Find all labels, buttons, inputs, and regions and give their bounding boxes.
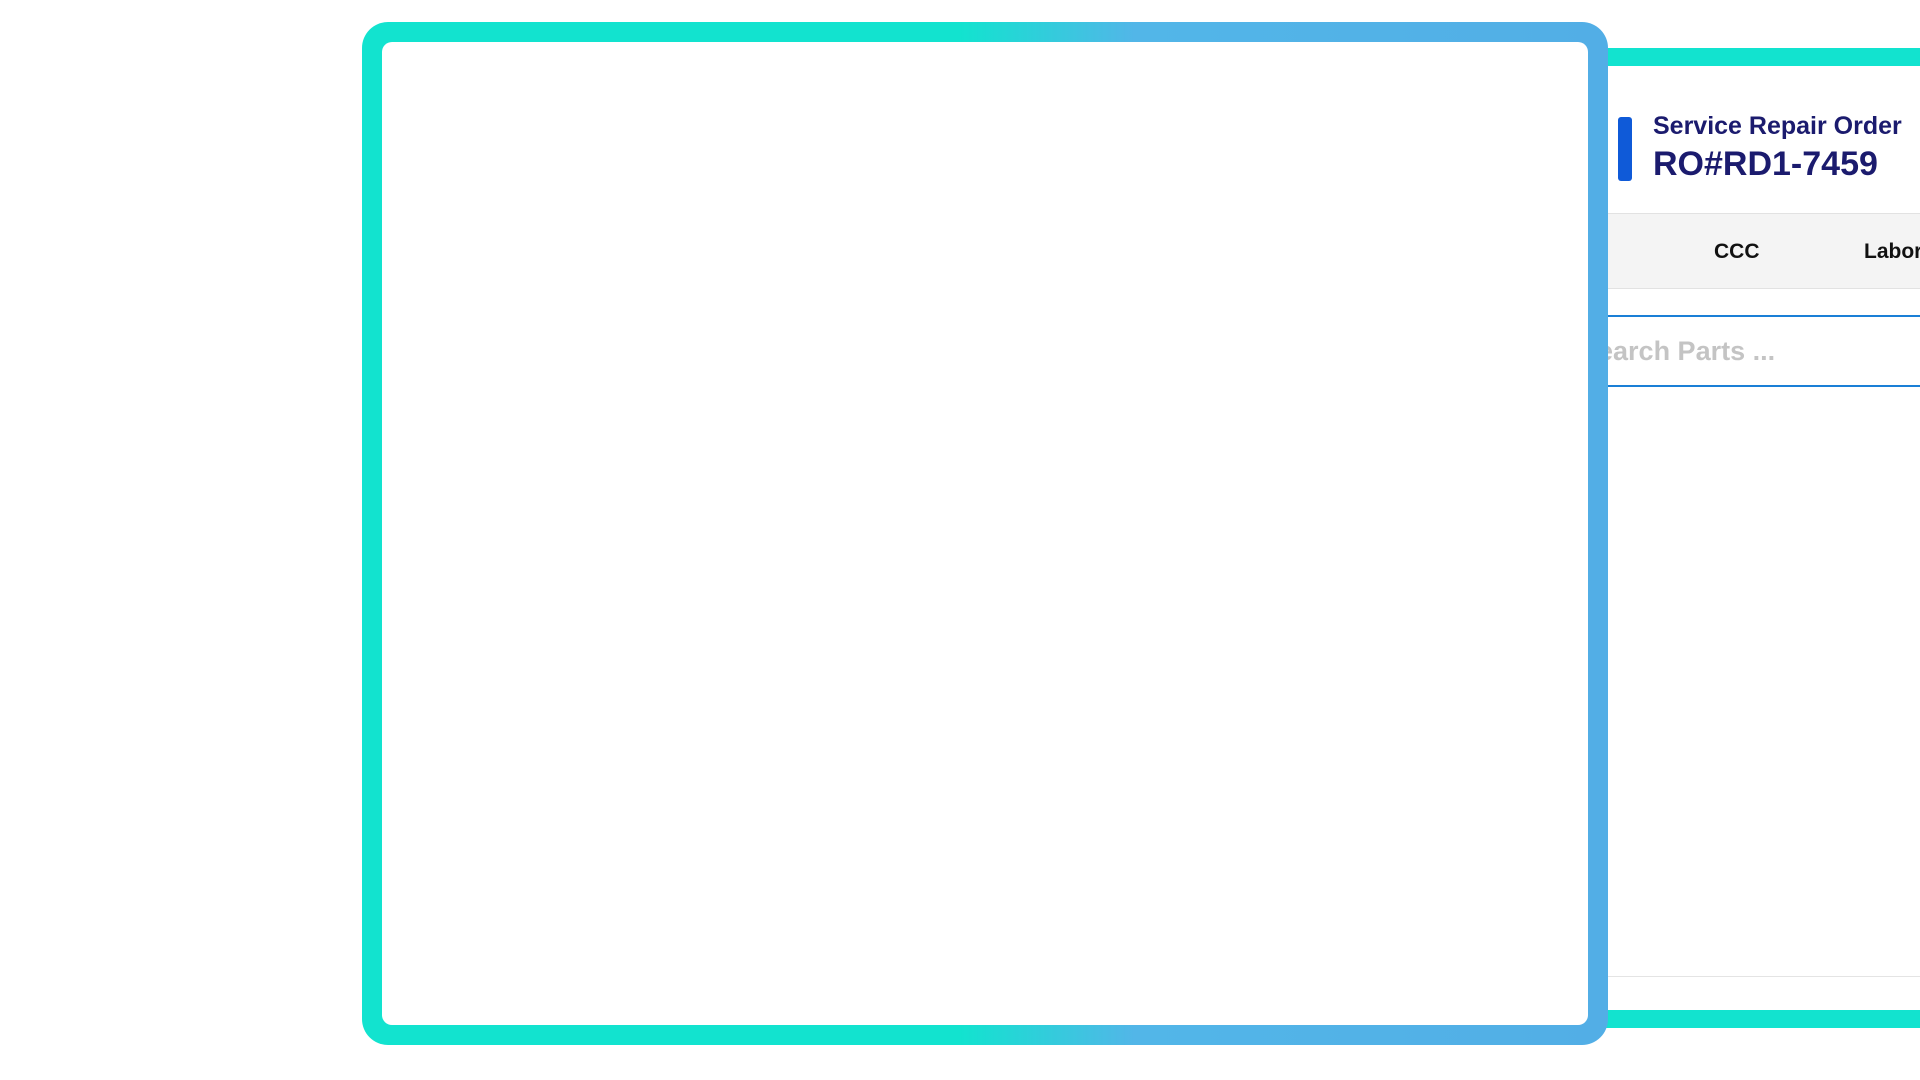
screen: Service Repair Order RO#RD1-7459 ails CC…	[0, 0, 1920, 1080]
divider	[1578, 976, 1920, 977]
overlay-card-content	[382, 42, 1588, 1025]
overlay-card-frame	[362, 22, 1608, 1045]
repair-order-number: RO#RD1-7459	[1653, 145, 1878, 183]
search-parts-input[interactable]	[1578, 317, 1920, 385]
tab-ccc[interactable]: CCC	[1714, 240, 1760, 264]
repair-order-panel: Service Repair Order RO#RD1-7459 ails CC…	[1578, 66, 1920, 1010]
repair-order-window: Service Repair Order RO#RD1-7459 ails CC…	[1560, 48, 1920, 1028]
repair-order-header: Service Repair Order RO#RD1-7459	[1618, 111, 1902, 185]
tabs-bar: ails CCC Labor	[1578, 213, 1920, 289]
header-titles: Service Repair Order RO#RD1-7459	[1653, 111, 1902, 185]
search-parts-field	[1578, 315, 1920, 387]
tab-labor[interactable]: Labor	[1864, 240, 1920, 264]
repair-order-subtitle: Service Repair Order	[1653, 112, 1902, 140]
header-accent-bar	[1618, 117, 1632, 181]
